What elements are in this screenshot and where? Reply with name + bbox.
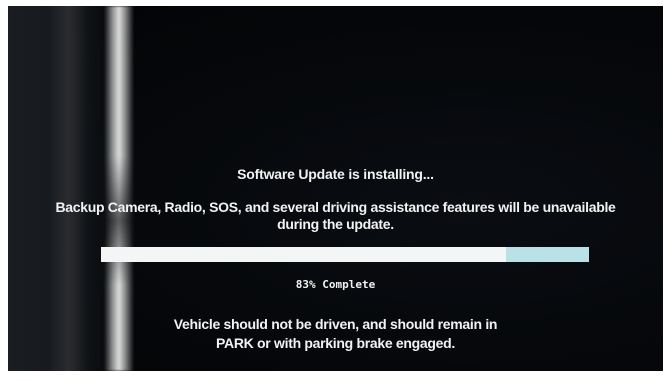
update-message-line2: during the update. <box>277 216 394 232</box>
infotainment-screen: Software Update is installing... Backup … <box>8 6 663 371</box>
progress-bar <box>101 247 589 262</box>
driving-warning-line2: PARK or with parking brake engaged. <box>216 335 455 351</box>
driving-warning: Vehicle should not be driven, and should… <box>8 315 663 353</box>
progress-bar-fill <box>101 247 506 262</box>
photo-frame: Software Update is installing... Backup … <box>0 0 670 381</box>
driving-warning-line1: Vehicle should not be driven, and should… <box>173 316 498 332</box>
update-message: Backup Camera, Radio, SOS, and several d… <box>8 199 663 233</box>
update-title: Software Update is installing... <box>237 166 434 182</box>
update-message-line1: Backup Camera, Radio, SOS, and several d… <box>55 199 616 215</box>
progress-percent-label: 83% Complete <box>295 278 376 291</box>
